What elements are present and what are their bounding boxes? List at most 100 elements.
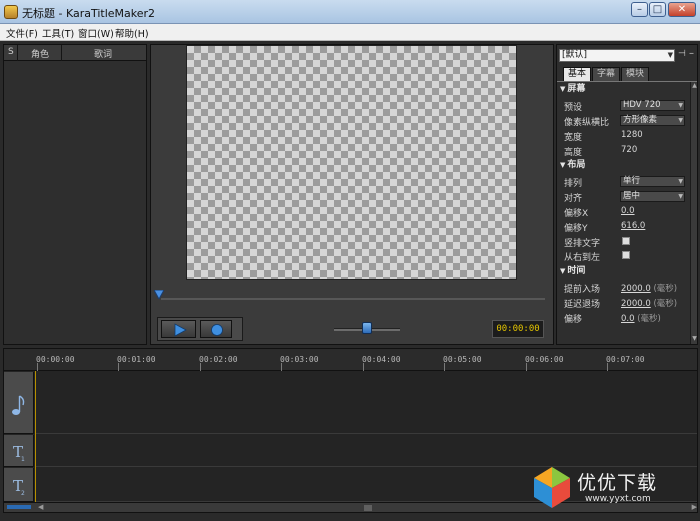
tick-label: 00:04:00: [362, 355, 401, 364]
preset-select[interactable]: [默认] ▼: [559, 49, 675, 62]
prop-arrange-label: 排列: [564, 179, 583, 189]
scroll-left-icon[interactable]: ◀: [38, 503, 43, 511]
watermark-text: 优优下载: [577, 472, 658, 494]
volume-slider-thumb[interactable]: [362, 322, 372, 334]
prop-align-value: 居中: [623, 191, 641, 201]
prop-offset-unit: (毫秒): [637, 314, 661, 324]
track-lane-music[interactable]: [35, 372, 697, 434]
collapse-icon[interactable]: –: [689, 48, 694, 59]
menu-window[interactable]: 窗口(W): [78, 26, 114, 40]
time-ruler[interactable]: 00:00:00 00:01:00 00:02:00 00:03:00 00:0…: [4, 349, 697, 371]
tick-label: 00:06:00: [525, 355, 564, 364]
prop-arrange-select[interactable]: 单行 ▼: [620, 176, 685, 187]
tick-mark: [526, 363, 527, 371]
prop-offset-x-label: 偏移X: [564, 209, 589, 219]
section-screen-header[interactable]: ▼ 屏幕: [557, 83, 690, 95]
prop-offset-number[interactable]: 0.0: [621, 314, 635, 324]
prop-offset-x-value[interactable]: 0.0: [621, 206, 635, 216]
watermark: 优优下载 www.yyxt.com: [530, 464, 700, 512]
column-divider[interactable]: [61, 45, 62, 61]
menu-file[interactable]: 文件(F): [6, 26, 38, 40]
tick-mark: [200, 363, 201, 371]
prop-offset-label: 偏移: [564, 315, 583, 325]
track-lane-text-1[interactable]: [35, 435, 697, 467]
zoom-slider[interactable]: [7, 505, 31, 509]
svg-text:2: 2: [21, 490, 25, 497]
col-s-header[interactable]: S: [8, 47, 14, 57]
record-icon: [211, 324, 223, 336]
tick-mark: [607, 363, 608, 371]
prop-aspect-select[interactable]: 方形像素 ▼: [620, 115, 685, 126]
prop-vertical-label: 竖排文字: [564, 239, 601, 249]
preview-canvas[interactable]: [186, 45, 517, 280]
properties-scrollbar[interactable]: ▲ ▼: [690, 82, 697, 344]
watermark-url: www.yyxt.com: [585, 494, 651, 504]
close-button[interactable]: ✕: [668, 2, 696, 17]
scroll-down-icon[interactable]: ▼: [691, 335, 697, 344]
section-time-title: 时间: [567, 266, 586, 276]
prop-vertical-checkbox[interactable]: [622, 237, 630, 245]
prop-aspect-value: 方形像素: [623, 115, 658, 125]
tab-divider: [557, 81, 697, 82]
prop-align-label: 对齐: [564, 194, 583, 204]
play-button[interactable]: [161, 320, 196, 338]
prop-offset-y-label: 偏移Y: [564, 224, 588, 234]
tick-label: 00:00:00: [36, 355, 75, 364]
preset-select-value: [默认]: [562, 50, 588, 60]
section-layout-header[interactable]: ▼ 布局: [557, 159, 690, 171]
tab-basic[interactable]: 基本: [563, 67, 591, 81]
prop-width-value[interactable]: 1280: [621, 130, 643, 140]
watermark-logo-icon: [534, 467, 570, 508]
prop-offset-y-value[interactable]: 616.0: [621, 221, 645, 231]
tab-subtitle[interactable]: 字幕: [592, 67, 620, 81]
scroll-up-icon[interactable]: ▲: [691, 82, 697, 91]
prop-advance-in-number[interactable]: 2000.0: [621, 284, 651, 294]
chevron-down-icon: ▼: [678, 178, 683, 185]
lyrics-panel[interactable]: S 角色 歌词: [3, 44, 147, 345]
preview-area: 00:00:00: [150, 44, 554, 345]
record-button[interactable]: [200, 320, 232, 338]
menu-tools[interactable]: 工具(T): [42, 26, 74, 40]
track-header-text-2[interactable]: T 2: [4, 468, 34, 502]
prop-delay-out-value[interactable]: 2000.0 (毫秒): [621, 297, 677, 309]
expand-arrow-icon: ▼: [560, 267, 566, 275]
prop-preset-label: 预设: [564, 103, 583, 113]
minimize-button[interactable]: –: [631, 2, 648, 17]
text-track-icon: T 1: [13, 443, 25, 463]
scrollbar-thumb[interactable]: [364, 505, 372, 511]
prop-height-value[interactable]: 720: [621, 145, 637, 155]
play-icon: [174, 323, 187, 337]
svg-text:1: 1: [21, 456, 25, 463]
tick-label: 00:03:00: [280, 355, 319, 364]
col-role-header[interactable]: 角色: [31, 47, 49, 60]
title-bar: 无标题 - KaraTitleMaker2 – □ ✕: [0, 0, 700, 24]
playhead[interactable]: [35, 371, 36, 504]
prop-delay-out-unit: (毫秒): [653, 299, 678, 309]
track-header-text-1[interactable]: T 1: [4, 435, 34, 467]
col-lyrics-header[interactable]: 歌词: [94, 47, 112, 60]
expand-arrow-icon: ▼: [560, 85, 566, 93]
column-divider[interactable]: [17, 45, 18, 61]
tick-mark: [118, 363, 119, 371]
tick-label: 00:05:00: [443, 355, 482, 364]
tick-mark: [281, 363, 282, 371]
section-time-header[interactable]: ▼ 时间: [557, 265, 690, 277]
tick-label: 00:01:00: [117, 355, 156, 364]
prop-advance-in-value[interactable]: 2000.0 (毫秒): [621, 282, 677, 294]
tab-module[interactable]: 模块: [621, 67, 649, 81]
prop-rtl-label: 从右到左: [564, 253, 601, 263]
menu-bar: 文件(F) 工具(T) 窗口(W) 帮助(H): [0, 24, 700, 41]
maximize-button[interactable]: □: [649, 2, 666, 17]
expand-arrow-icon: ▼: [560, 161, 566, 169]
pin-icon[interactable]: ⊣: [678, 49, 686, 59]
prop-delay-out-number[interactable]: 2000.0: [621, 299, 651, 309]
prop-offset-value[interactable]: 0.0 (毫秒): [621, 312, 661, 324]
chevron-down-icon: ▼: [678, 117, 683, 124]
menu-help[interactable]: 帮助(H): [115, 26, 149, 40]
prop-align-select[interactable]: 居中 ▼: [620, 191, 685, 202]
prop-preset-select[interactable]: HDV 720 ▼: [620, 100, 685, 111]
preview-scrub-bar[interactable]: [161, 298, 545, 300]
tick-mark: [363, 363, 364, 371]
prop-rtl-checkbox[interactable]: [622, 251, 630, 259]
track-header-music[interactable]: [4, 372, 34, 434]
